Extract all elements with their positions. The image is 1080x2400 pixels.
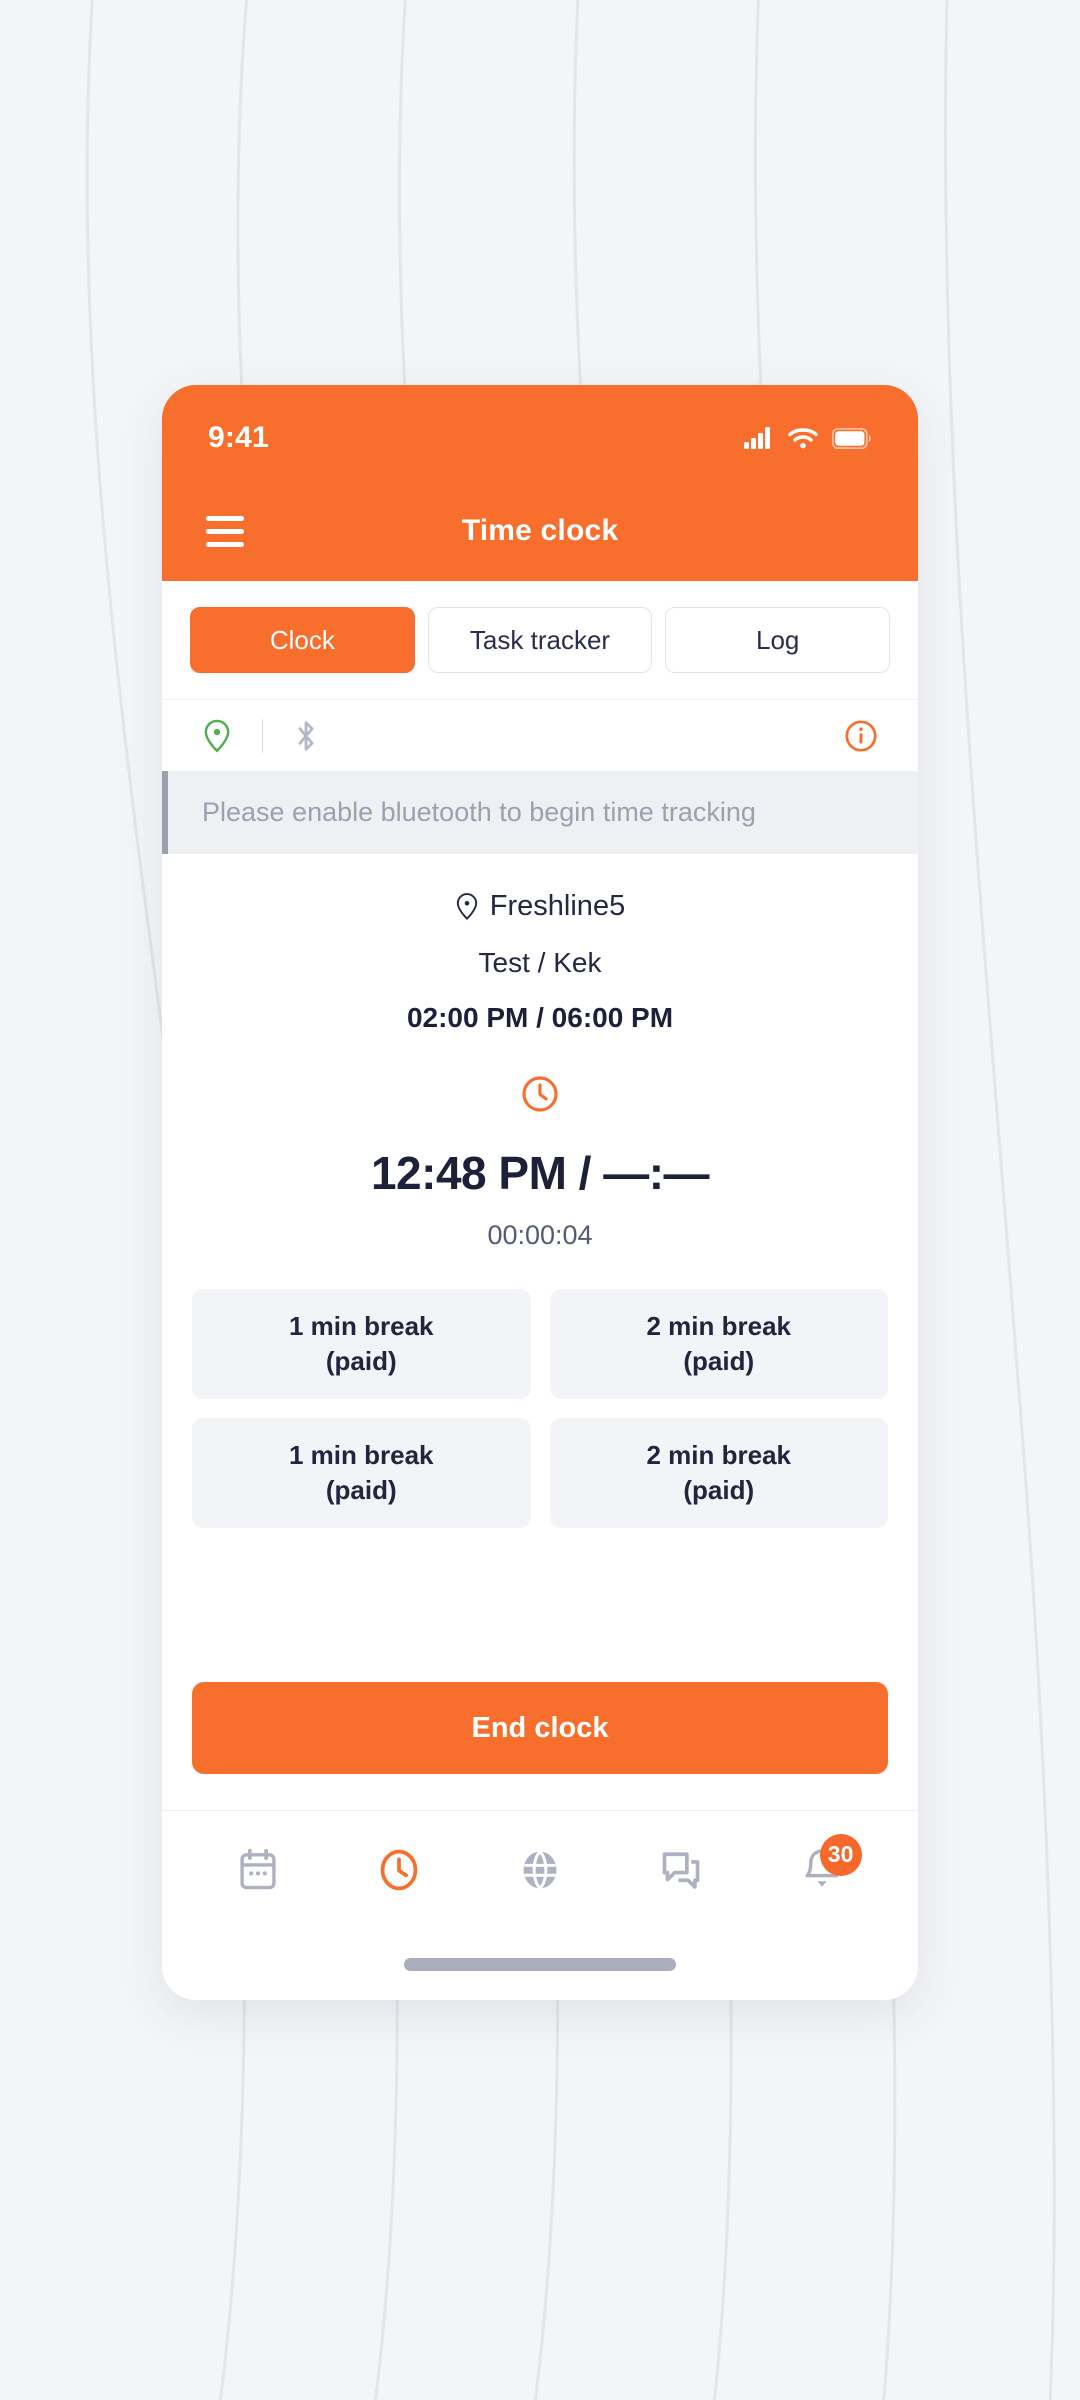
app-bar: Time clock: [162, 481, 918, 581]
battery-icon: [832, 427, 871, 449]
break-duration: 2 min break: [646, 1439, 791, 1470]
nav-item-notifications[interactable]: 30: [784, 1832, 862, 1908]
home-indicator-area: [162, 1928, 918, 2000]
globe-icon: [523, 1850, 557, 1889]
shift-scheduled-time: 02:00 PM / 06:00 PM: [406, 1002, 674, 1033]
wifi-icon: [788, 428, 818, 449]
bottom-navigation-bar: 30: [162, 1810, 918, 1928]
end-clock-button[interactable]: End clock: [192, 1682, 888, 1774]
clock-circle-icon: [522, 1076, 558, 1112]
hamburger-menu-icon[interactable]: [206, 515, 244, 547]
bluetooth-icon[interactable]: [293, 719, 319, 753]
status-bar: 9:41: [162, 385, 918, 481]
bluetooth-warning-banner: Please enable bluetooth to begin time tr…: [162, 771, 918, 854]
clock-in-out-display: 12:48 PM / —:—: [370, 1147, 710, 1199]
page-title: Time clock: [461, 514, 619, 547]
status-bar-icons: [744, 427, 872, 449]
break-pay-type: (paid): [683, 1475, 755, 1505]
break-button[interactable]: 1 min break (paid): [192, 1418, 531, 1528]
break-duration: 2 min break: [646, 1310, 791, 1341]
nav-item-chat[interactable]: [643, 1832, 719, 1908]
cellular-signal-icon: [744, 427, 770, 449]
phone-mockup: 9:41 Time clock Clock Task tracker Log P…: [162, 385, 918, 2000]
break-pay-type: (paid): [325, 1475, 397, 1505]
break-duration: 1 min break: [288, 1310, 434, 1341]
home-indicator[interactable]: [404, 1957, 676, 1971]
break-button[interactable]: 2 min break (paid): [549, 1418, 888, 1528]
break-button[interactable]: 1 min break (paid): [192, 1289, 531, 1399]
timer-icon-wrap: [192, 1074, 888, 1114]
clock-icon: [380, 1849, 418, 1890]
info-circle-icon[interactable]: [844, 719, 878, 753]
shift-site: Freshline5: [192, 890, 888, 923]
break-pay-type: (paid): [683, 1346, 755, 1376]
break-button[interactable]: 2 min break (paid): [549, 1289, 888, 1399]
device-status-row: [162, 699, 918, 771]
nav-item-clock[interactable]: [361, 1832, 437, 1908]
break-pay-type: (paid): [325, 1346, 397, 1376]
status-bar-time: 9:41: [208, 421, 269, 454]
notification-badge: 30: [819, 1833, 862, 1876]
shift-site-label: Freshline5: [489, 890, 626, 922]
tab-log[interactable]: Log: [665, 607, 891, 673]
break-options-grid: 1 min break (paid) 2 min break (paid) 1 …: [192, 1289, 888, 1528]
location-pin-icon: [456, 893, 477, 921]
tab-bar: Clock Task tracker Log: [162, 581, 918, 699]
tab-clock[interactable]: Clock: [190, 607, 415, 673]
calendar-icon: [240, 1848, 276, 1889]
tab-task-tracker[interactable]: Task tracker: [427, 607, 653, 673]
banner-message: Please enable bluetooth to begin time tr…: [202, 797, 756, 827]
elapsed-timer: 00:00:04: [487, 1220, 593, 1250]
location-pin-icon[interactable]: [202, 719, 232, 753]
chat-icon: [662, 1851, 700, 1889]
nav-item-globe[interactable]: [502, 1832, 578, 1908]
clock-panel: Freshline5 Test / Kek 02:00 PM / 06:00 P…: [162, 854, 918, 1810]
shift-project: Test / Kek: [478, 947, 602, 978]
break-duration: 1 min break: [288, 1439, 434, 1470]
divider: [262, 718, 263, 753]
nav-item-calendar[interactable]: [220, 1832, 296, 1908]
